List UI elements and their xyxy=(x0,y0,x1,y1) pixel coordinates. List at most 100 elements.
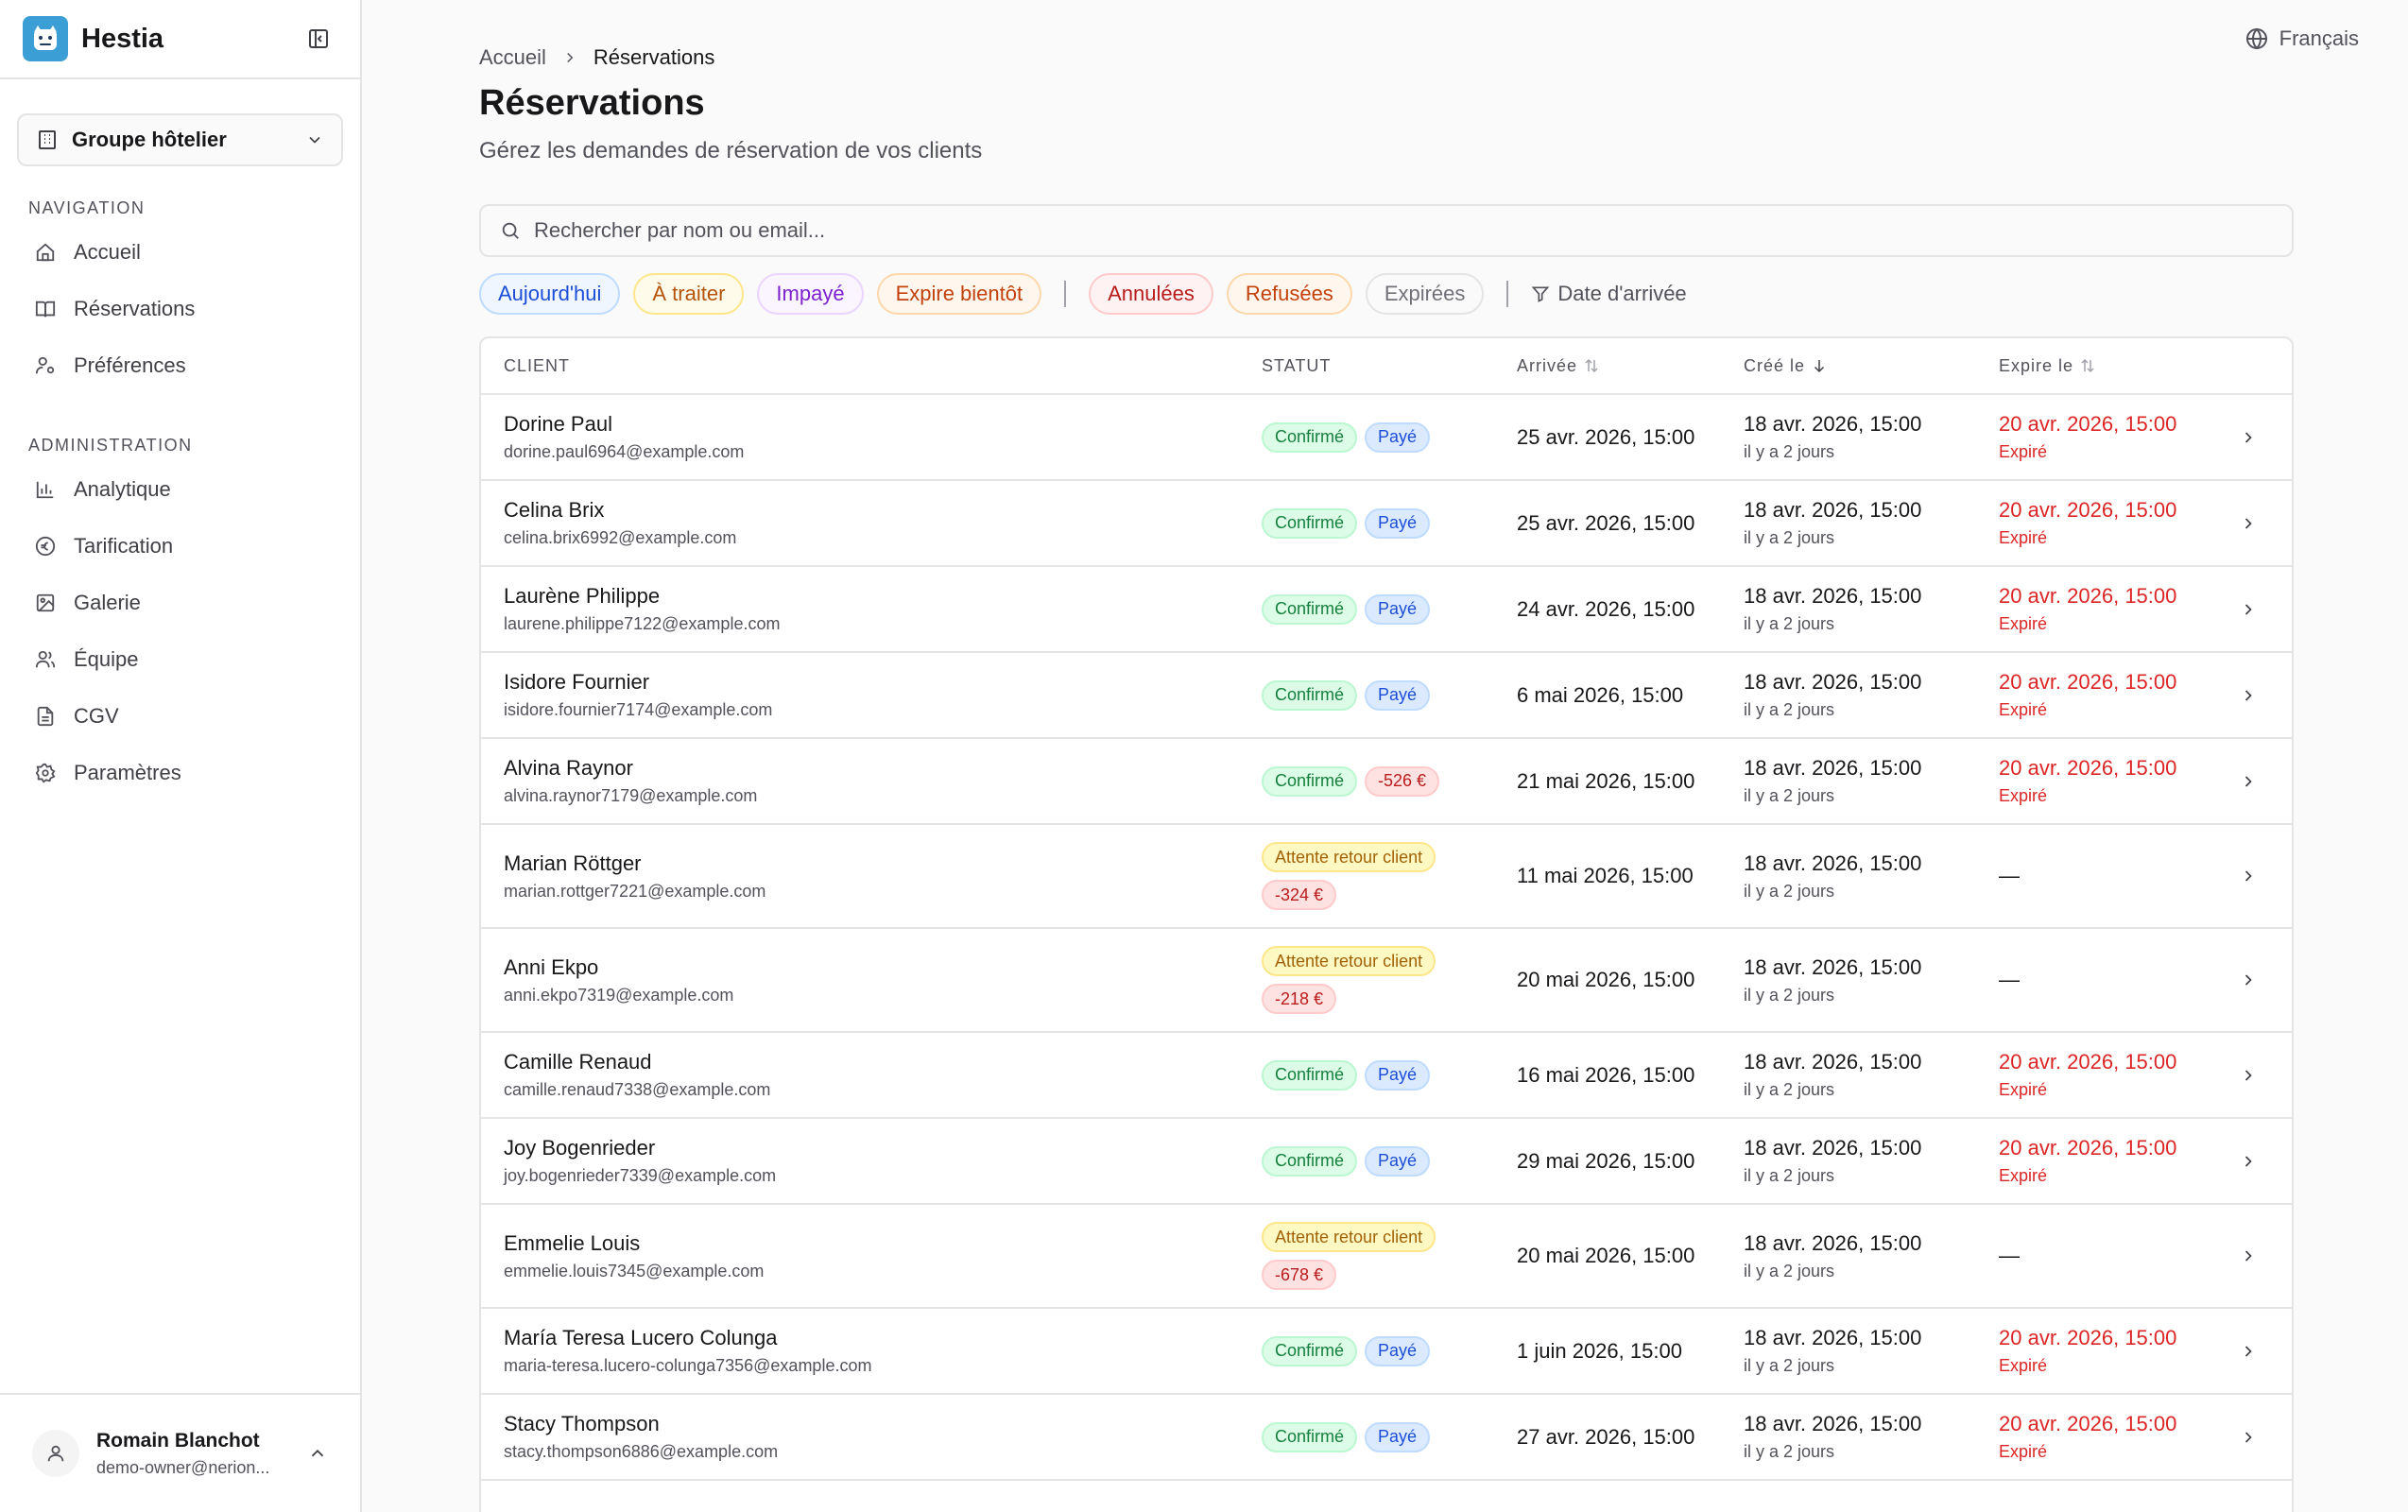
expires-cell: 20 avr. 2026, 15:00 Expiré xyxy=(1999,584,2220,634)
chart-icon xyxy=(34,478,57,501)
row-open-button[interactable] xyxy=(2220,686,2277,705)
status-badge: Confirmé xyxy=(1262,593,1358,625)
sidebar-item-cgv[interactable]: CGV xyxy=(0,688,360,745)
expires-date: 20 avr. 2026, 15:00 xyxy=(1999,1136,2177,1160)
sidebar-toggle-button[interactable] xyxy=(300,20,337,58)
table-row[interactable]: Laurène Philippe laurene.philippe7122@ex… xyxy=(481,567,2292,653)
column-header-arrival[interactable]: Arrivée xyxy=(1517,356,1744,376)
table-row[interactable]: Isidore Fournier isidore.fournier7174@ex… xyxy=(481,653,2292,739)
row-open-button[interactable] xyxy=(2220,772,2277,791)
expires-empty: — xyxy=(1999,1244,2020,1267)
nav-section-title: NAVIGATION xyxy=(28,198,146,217)
status-badge: -678 € xyxy=(1262,1260,1337,1290)
created-date: 18 avr. 2026, 15:00 xyxy=(1744,1412,1922,1435)
sidebar-item-parametres[interactable]: Paramètres xyxy=(0,745,360,801)
row-open-button[interactable] xyxy=(2220,1342,2277,1361)
arrival-date: 6 mai 2026, 15:00 xyxy=(1517,682,1684,707)
table-row[interactable]: Alvina Raynor alvina.raynor7179@example.… xyxy=(481,739,2292,825)
brand-name: Hestia xyxy=(81,23,164,54)
status-badges: Confirmé Payé xyxy=(1262,1059,1470,1091)
created-cell: 18 avr. 2026, 15:00 il y a 2 jours xyxy=(1744,1050,1999,1100)
row-open-button[interactable] xyxy=(2220,1152,2277,1171)
client-cell: Isidore Fournier isidore.fournier7174@ex… xyxy=(481,670,1262,720)
sidebar-item-tarification[interactable]: Tarification xyxy=(0,518,360,575)
table-row[interactable]: Dorine Paul dorine.paul6964@example.com … xyxy=(481,395,2292,481)
panel-left-icon xyxy=(309,29,328,48)
sidebar-item-accueil[interactable]: Accueil xyxy=(0,224,360,281)
group-select[interactable]: Groupe hôtelier xyxy=(17,113,343,166)
row-open-button[interactable] xyxy=(2220,1066,2277,1085)
row-open-button[interactable] xyxy=(2220,1246,2277,1265)
row-open-button[interactable] xyxy=(2220,428,2277,447)
client-cell: Stacy Thompson stacy.thompson6886@exampl… xyxy=(481,1412,1262,1462)
filter-chip-expired[interactable]: Expirées xyxy=(1365,273,1485,315)
chevron-up-icon xyxy=(311,1449,324,1457)
created-date: 18 avr. 2026, 15:00 xyxy=(1744,1230,1922,1255)
row-open-button[interactable] xyxy=(2220,971,2277,989)
table-row[interactable]: Emmelie Louis emmelie.louis7345@example.… xyxy=(481,1205,2292,1309)
table-body: Dorine Paul dorine.paul6964@example.com … xyxy=(481,395,2292,1512)
sidebar-item-galerie[interactable]: Galerie xyxy=(0,575,360,631)
client-email: joy.bogenrieder7339@example.com xyxy=(504,1166,777,1185)
users-icon xyxy=(34,648,57,671)
created-date: 18 avr. 2026, 15:00 xyxy=(1744,1136,1922,1160)
column-header-created[interactable]: Créé le xyxy=(1744,356,1999,376)
status-badge: Payé xyxy=(1365,1145,1431,1177)
filter-chip-today[interactable]: Aujourd'hui xyxy=(479,273,621,315)
sidebar-item-equipe[interactable]: Équipe xyxy=(0,631,360,688)
language-label: Français xyxy=(2279,26,2359,50)
filter-chip-expiring-soon[interactable]: Expire bientôt xyxy=(876,273,1042,315)
filter-chip-unpaid[interactable]: Impayé xyxy=(757,273,864,315)
date-filter-button[interactable]: Date d'arrivée xyxy=(1531,282,1687,306)
group-select-label: Groupe hôtelier xyxy=(72,128,227,151)
client-name: Celina Brix xyxy=(504,498,605,522)
client-name: María Teresa Lucero Colunga xyxy=(504,1326,778,1349)
row-open-button[interactable] xyxy=(2220,1428,2277,1447)
column-header-expires[interactable]: Expire le xyxy=(1999,356,2220,376)
language-switcher[interactable]: Français xyxy=(2245,26,2359,51)
arrival-date: 29 mai 2026, 15:00 xyxy=(1517,1148,1695,1173)
row-open-button[interactable] xyxy=(2220,600,2277,619)
table-row[interactable]: Camille Renaud camille.renaud7338@exampl… xyxy=(481,1033,2292,1119)
filter-chip-refused[interactable]: Refusées xyxy=(1226,273,1352,315)
column-header-created-label: Créé le xyxy=(1744,355,1806,375)
filter-chip-to-process[interactable]: À traiter xyxy=(633,273,745,315)
expires-cell: 20 avr. 2026, 15:00 Expiré xyxy=(1999,498,2220,548)
table-row[interactable]: Christodule Girard 18 avr. 2026, 15:00 2… xyxy=(481,1481,2292,1512)
table-row[interactable]: Marian Röttger marian.rottger7221@exampl… xyxy=(481,825,2292,929)
page-subtitle: Gérez les demandes de réservation de vos… xyxy=(479,138,983,163)
breadcrumb-home[interactable]: Accueil xyxy=(479,45,546,70)
table-row[interactable]: Celina Brix celina.brix6992@example.com … xyxy=(481,481,2292,567)
arrival-date: 24 avr. 2026, 15:00 xyxy=(1517,596,1695,621)
created-relative: il y a 2 jours xyxy=(1744,700,1835,719)
created-date: 18 avr. 2026, 15:00 xyxy=(1744,954,1922,979)
client-email: emmelie.louis7345@example.com xyxy=(504,1261,765,1280)
user-info: Romain Blanchot demo-owner@nerion... xyxy=(96,1430,269,1478)
column-header-expires-label: Expire le xyxy=(1999,355,2074,375)
client-cell: Laurène Philippe laurene.philippe7122@ex… xyxy=(481,584,1262,634)
table-row[interactable]: Stacy Thompson stacy.thompson6886@exampl… xyxy=(481,1395,2292,1481)
user-email: demo-owner@nerion... xyxy=(96,1457,270,1477)
status-badge: Confirmé xyxy=(1262,1059,1358,1091)
user-menu[interactable]: Romain Blanchot demo-owner@nerion... xyxy=(0,1393,360,1512)
table-header: CLIENT STATUT Arrivée Créé le Expire le xyxy=(481,338,2292,395)
table-row[interactable]: Joy Bogenrieder joy.bogenrieder7339@exam… xyxy=(481,1119,2292,1205)
sidebar-item-label: Galerie xyxy=(74,591,141,614)
column-header-status: STATUT xyxy=(1262,355,1332,375)
filter-chip-cancelled[interactable]: Annulées xyxy=(1089,273,1213,315)
expires-date: 20 avr. 2026, 15:00 xyxy=(1999,498,2177,522)
table-row[interactable]: Anni Ekpo anni.ekpo7319@example.com Atte… xyxy=(481,929,2292,1033)
sidebar-item-reservations[interactable]: Réservations xyxy=(0,281,360,337)
page-title: Réservations xyxy=(479,83,705,123)
table-row[interactable]: María Teresa Lucero Colunga maria-teresa… xyxy=(481,1309,2292,1395)
row-open-button[interactable] xyxy=(2220,867,2277,885)
sidebar-item-preferences[interactable]: Préférences xyxy=(0,337,360,394)
status-badge: Confirmé xyxy=(1262,1145,1358,1177)
status-badges: Attente retour client -324 € xyxy=(1262,842,1470,910)
sidebar-item-label: Équipe xyxy=(74,647,139,671)
created-date: 18 avr. 2026, 15:00 xyxy=(1744,1326,1922,1349)
sidebar-item-analytique[interactable]: Analytique xyxy=(0,461,360,518)
status-badge: Payé xyxy=(1365,1335,1431,1366)
row-open-button[interactable] xyxy=(2220,514,2277,533)
search-input[interactable] xyxy=(534,218,2235,243)
